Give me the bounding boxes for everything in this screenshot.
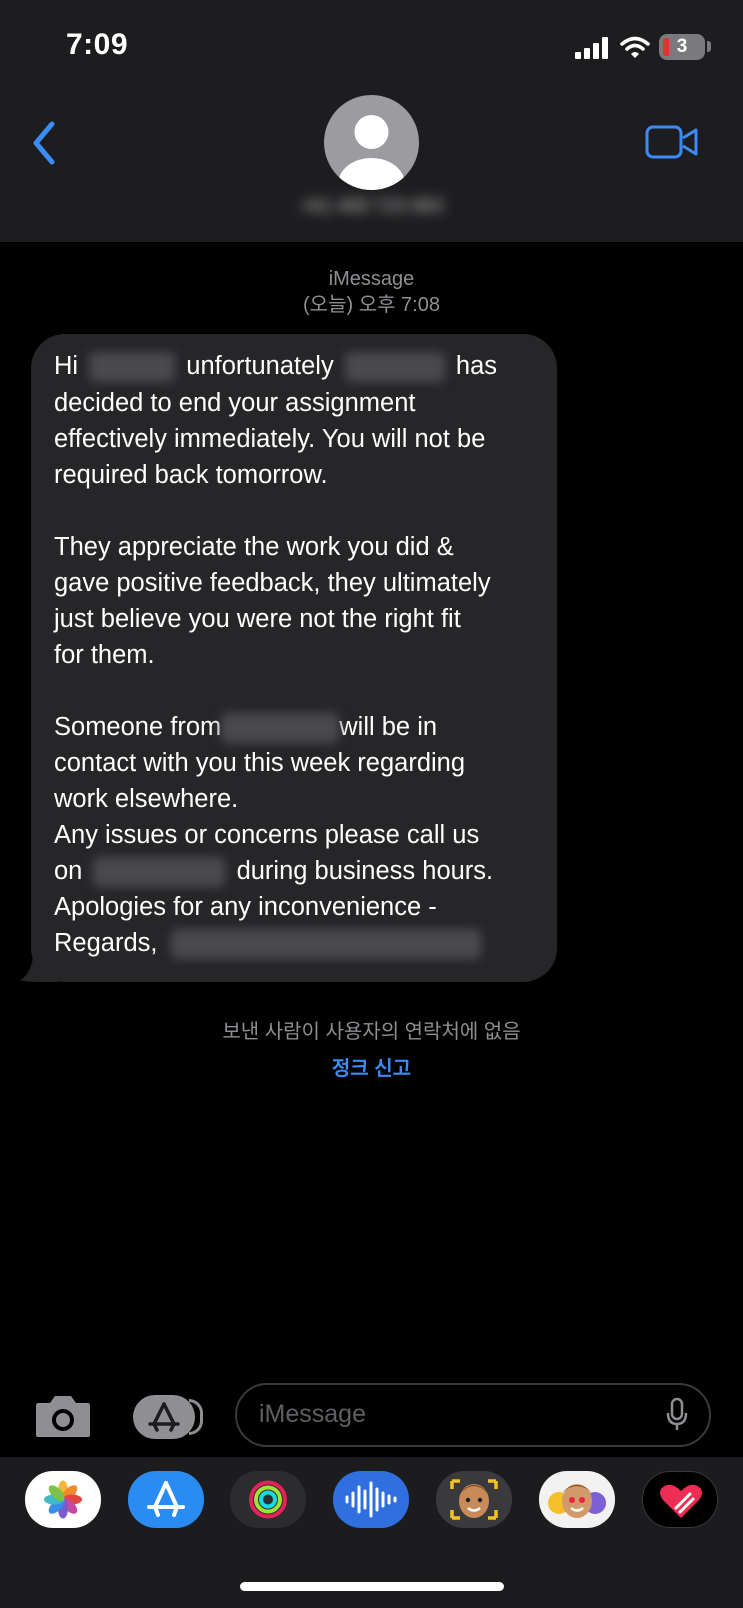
- report-junk-link[interactable]: 정크 신고: [0, 1052, 743, 1081]
- message-line: They appreciate the work you did &: [54, 533, 454, 561]
- facetime-video-icon[interactable]: [645, 124, 699, 160]
- apps-button[interactable]: [133, 1395, 203, 1439]
- message-line: for them.: [54, 641, 155, 669]
- message-line: Hi unfortunately has: [54, 352, 497, 383]
- status-time: 7:09: [66, 28, 129, 61]
- battery-low-indicator: [663, 38, 669, 56]
- audio-message-icon[interactable]: [333, 1471, 409, 1528]
- message-line: contact with you this week regarding: [54, 749, 466, 777]
- redacted-company: [221, 713, 340, 744]
- unknown-sender-notice: 보낸 사람이 사용자의 연락처에 없음: [222, 1021, 521, 1043]
- message-line: effectively immediately. You will not be: [54, 425, 486, 453]
- camera-icon[interactable]: [34, 1393, 92, 1439]
- message-line: gave positive feedback, they ultimately: [54, 569, 491, 597]
- battery-nub: [707, 41, 711, 52]
- message-line: work elsewhere.: [54, 785, 239, 813]
- activity-icon[interactable]: [230, 1471, 306, 1528]
- service-label: iMessage: [328, 268, 415, 290]
- memoji-icon[interactable]: [436, 1471, 512, 1528]
- avatar[interactable]: [324, 95, 419, 190]
- app-store-glyph-icon: [148, 1402, 180, 1432]
- cellular-signal-icon: [575, 37, 609, 59]
- memoji-stickers-icon[interactable]: [539, 1471, 615, 1528]
- microphone-icon[interactable]: [665, 1397, 689, 1433]
- message-line: Apologies for any inconvenience -: [54, 893, 437, 921]
- contact-name[interactable]: +61 400 723 063: [0, 196, 743, 218]
- redacted-company: [344, 352, 445, 383]
- photos-icon[interactable]: [25, 1471, 101, 1528]
- message-input-placeholder: iMessage: [259, 1400, 366, 1428]
- redacted-phone: [93, 857, 226, 888]
- message-line: just believe you were not the right fit: [54, 605, 461, 633]
- message-line: Someone from will be in: [54, 713, 437, 744]
- redacted-signature: [170, 929, 481, 960]
- message-line: on during business hours.: [54, 857, 493, 888]
- wifi-icon: [620, 36, 650, 58]
- message-line: Any issues or concerns please call us: [54, 821, 480, 849]
- back-chevron-icon[interactable]: [30, 120, 58, 166]
- message-timestamp: (오늘) 오후 7:08: [303, 294, 440, 316]
- app-store-icon[interactable]: [128, 1471, 204, 1528]
- redacted-name: [89, 352, 176, 383]
- digital-touch-icon[interactable]: [642, 1471, 718, 1528]
- message-line: required back tomorrow.: [54, 461, 328, 489]
- message-line: Regards,: [54, 929, 481, 960]
- message-meta: iMessage (오늘) 오후 7:08: [0, 266, 743, 318]
- home-indicator[interactable]: [240, 1582, 504, 1591]
- message-line: decided to end your assignment: [54, 389, 416, 417]
